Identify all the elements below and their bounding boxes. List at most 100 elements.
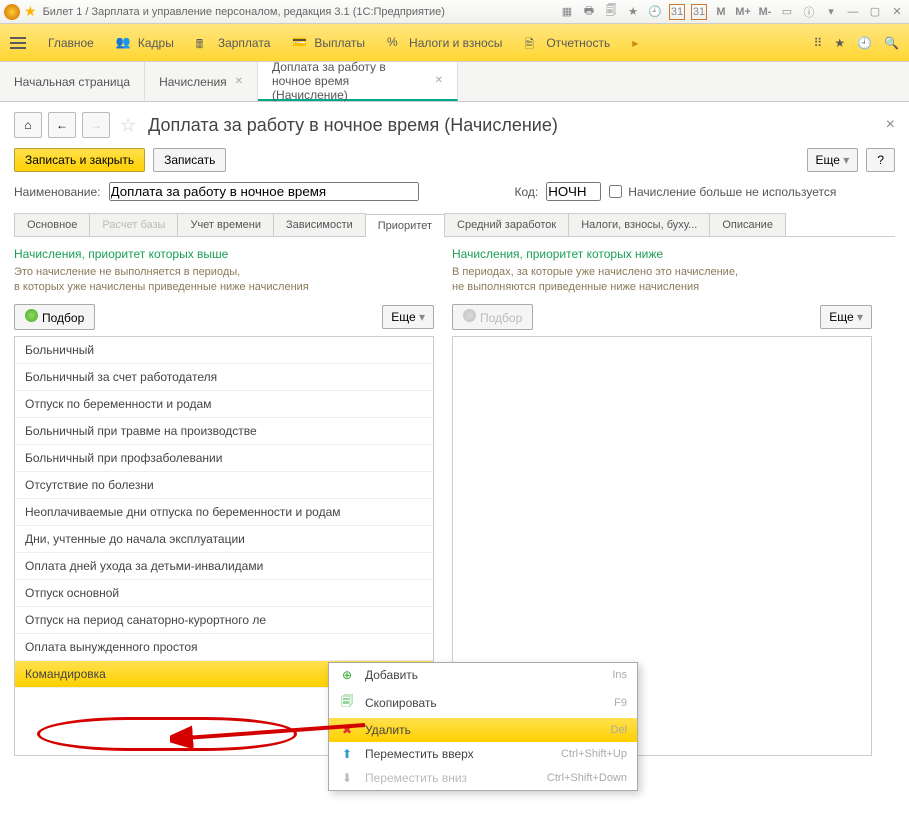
forward-button[interactable]: → [82, 112, 110, 138]
not-used-label: Начисление больше не используется [628, 185, 836, 199]
down-icon: ⬇ [339, 771, 355, 785]
itab-osn[interactable]: Основное [14, 213, 90, 236]
tab-close-icon[interactable]: ✕ [235, 76, 243, 87]
list-item[interactable]: Оплата дней ухода за детьми-инвалидами [15, 553, 433, 580]
people-icon: 👥 [116, 35, 132, 51]
calendar-icon[interactable]: 31 [669, 4, 685, 20]
favorite-star-icon[interactable]: ★ [24, 3, 37, 20]
list-item[interactable]: Больничный за счет работодателя [15, 364, 433, 391]
itab-zav[interactable]: Зависимости [273, 213, 366, 236]
list-item[interactable]: Дни, учтенные до начала эксплуатации [15, 526, 433, 553]
burger-icon[interactable] [10, 37, 26, 49]
window-titlebar: ★ Билет 1 / Зарплата и управление персон… [0, 0, 909, 24]
tab-nach[interactable]: Начисления✕ [145, 62, 258, 101]
fav-icon[interactable]: ☆ [120, 115, 136, 136]
back-button[interactable]: ← [48, 112, 76, 138]
list-item[interactable]: Отпуск на период санаторно-курортного ле [15, 607, 433, 634]
itab-nalogi[interactable]: Налоги, взносы, буху... [568, 213, 710, 236]
save-close-button[interactable]: Записать и закрыть [14, 148, 145, 172]
tb-icon[interactable]: ★ [625, 4, 641, 20]
tab-current[interactable]: Доплата за работу в ночное время (Начисл… [258, 62, 458, 101]
right-title: Начисления, приоритет которых ниже [452, 247, 872, 261]
copy-icon: 🗐 [339, 692, 355, 713]
ctx-add[interactable]: ⊕ДобавитьIns [329, 663, 637, 687]
home-button[interactable]: ⌂ [14, 112, 42, 138]
left-title: Начисления, приоритет которых выше [14, 247, 434, 261]
itab-baza[interactable]: Расчет базы [89, 213, 178, 236]
menu-nalogi[interactable]: %Налоги и взносы [387, 35, 502, 51]
close-icon[interactable]: ✕ [889, 4, 905, 20]
right-more-button[interactable]: Еще [820, 305, 872, 329]
info-icon[interactable]: ⓘ [801, 4, 817, 20]
report-icon: 🗎 [524, 35, 540, 51]
name-input[interactable] [109, 182, 419, 201]
right-podbor-button[interactable]: Подбор [452, 304, 533, 330]
up-icon: ⬆ [339, 747, 355, 761]
list-item[interactable]: Оплата вынужденного простоя [15, 634, 433, 661]
right-desc: В периодах, за которые уже начислено это… [452, 265, 872, 296]
help-button[interactable]: ? [866, 148, 895, 172]
inner-tabs: Основное Расчет базы Учет времени Зависи… [14, 213, 895, 237]
ctx-up[interactable]: ⬆Переместить вверхCtrl+Shift+Up [329, 742, 637, 766]
tb-icon[interactable]: ▦ [559, 4, 575, 20]
itab-uchet[interactable]: Учет времени [177, 213, 274, 236]
menu-zp[interactable]: 🖩Зарплата [196, 35, 271, 51]
tab-start[interactable]: Начальная страница [0, 62, 145, 101]
list-item[interactable]: Больничный при профзаболевании [15, 445, 433, 472]
tb-icon[interactable]: 🗐 [603, 4, 619, 20]
code-input[interactable] [546, 182, 601, 201]
not-used-checkbox[interactable] [609, 185, 622, 198]
left-more-button[interactable]: Еще [382, 305, 434, 329]
menu-otch[interactable]: 🗎Отчетность [524, 35, 610, 51]
minimize-icon[interactable]: — [845, 4, 861, 20]
app-logo-icon [4, 4, 20, 20]
itab-prio[interactable]: Приоритет [365, 214, 445, 237]
plus-icon [463, 309, 476, 322]
red-highlight-annotation [37, 717, 297, 751]
split-icon[interactable]: ▭ [779, 4, 795, 20]
maximize-icon[interactable]: ▢ [867, 4, 883, 20]
list-item[interactable]: Неоплачиваемые дни отпуска по беременнос… [15, 499, 433, 526]
plus-icon [25, 309, 38, 322]
star-icon[interactable]: ★ [834, 36, 845, 50]
calc-icon: 🖩 [196, 35, 212, 51]
search-icon[interactable]: 🔍 [884, 36, 899, 50]
context-menu: ⊕ДобавитьIns 🗐СкопироватьF9 ✖УдалитьDel … [328, 662, 638, 791]
list-item[interactable]: Отпуск основной [15, 580, 433, 607]
left-desc: Это начисление не выполняется в периоды,… [14, 265, 434, 296]
mplus-icon[interactable]: M+ [735, 4, 751, 20]
percent-icon: % [387, 35, 403, 51]
m-icon[interactable]: M [713, 4, 729, 20]
menu-main[interactable]: Главное [48, 36, 94, 50]
name-label: Наименование: [14, 185, 101, 199]
window-title: Билет 1 / Зарплата и управление персонал… [43, 6, 559, 18]
list-item[interactable]: Больничный [15, 337, 433, 364]
add-icon: ⊕ [339, 668, 355, 682]
menu-kadry[interactable]: 👥Кадры [116, 35, 174, 51]
wallet-icon: 💳 [292, 35, 308, 51]
menu-vyp[interactable]: 💳Выплаты [292, 35, 365, 51]
itab-opis[interactable]: Описание [709, 213, 786, 236]
ctx-delete[interactable]: ✖УдалитьDel [329, 718, 637, 742]
list-item[interactable]: Отпуск по беременности и родам [15, 391, 433, 418]
more-button[interactable]: Еще [807, 148, 859, 172]
mini-icon[interactable]: ▾ [823, 4, 839, 20]
menu-more-icon[interactable]: ▸ [632, 36, 638, 50]
apps-icon[interactable]: ⠿ [814, 36, 823, 50]
ctx-down: ⬇Переместить внизCtrl+Shift+Down [329, 766, 637, 790]
save-button[interactable]: Записать [153, 148, 226, 172]
ctx-copy[interactable]: 🗐СкопироватьF9 [329, 687, 637, 718]
list-item[interactable]: Отсутствие по болезни [15, 472, 433, 499]
calendar-icon[interactable]: 31 [691, 4, 707, 20]
tb-icon[interactable]: 🖶 [581, 4, 597, 20]
itab-sred[interactable]: Средний заработок [444, 213, 569, 236]
list-item[interactable]: Больничный при травме на производстве [15, 418, 433, 445]
mminus-icon[interactable]: M- [757, 4, 773, 20]
left-podbor-button[interactable]: Подбор [14, 304, 95, 330]
delete-icon: ✖ [339, 723, 355, 737]
tb-icon[interactable]: 🕘 [647, 4, 663, 20]
page-close-icon[interactable]: × [886, 116, 895, 134]
history-icon[interactable]: 🕘 [857, 36, 872, 50]
main-menu: Главное 👥Кадры 🖩Зарплата 💳Выплаты %Налог… [0, 24, 909, 62]
tab-close-icon[interactable]: ✕ [435, 75, 443, 86]
